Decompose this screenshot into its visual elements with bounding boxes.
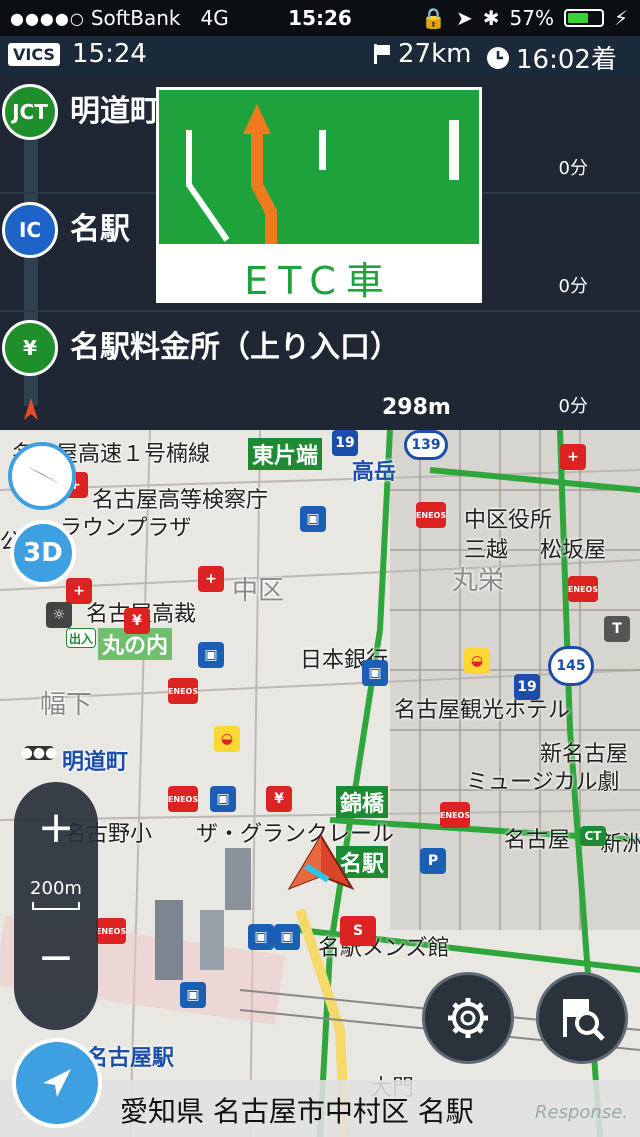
current-location-button[interactable] — [12, 1038, 102, 1128]
map-label: 幅下 — [40, 690, 93, 720]
navigation-header: VICS 15:24 27km 16:02着 — [0, 36, 640, 76]
zoom-in-button[interactable]: + — [14, 802, 98, 853]
parking-icon: P — [420, 848, 446, 874]
map-label: 中区役所 — [464, 508, 553, 533]
map-label: 高岳 — [352, 460, 397, 485]
train-station-icon: ▣ — [198, 642, 224, 668]
train-station-icon: ▣ — [210, 786, 236, 812]
gas-station-icon: ENEOS — [96, 918, 126, 944]
route-item-name: 名駅 — [70, 212, 130, 247]
location-arrow-icon: ➤ — [455, 6, 473, 30]
map-label: 名古屋 — [504, 828, 571, 853]
settings-button[interactable] — [422, 972, 514, 1064]
clock-icon — [487, 46, 509, 69]
zoom-out-button[interactable]: − — [14, 932, 98, 983]
shell-station-icon: ◒ — [214, 726, 240, 752]
junction-badge: JCT — [2, 84, 58, 140]
route-item-tollgate[interactable]: ¥ 名駅料金所（上り入口） 298m 0分 — [0, 312, 640, 430]
destination-search-button[interactable] — [536, 972, 628, 1064]
route-item-distance: 298m — [382, 395, 451, 420]
hospital-icon: + — [560, 444, 586, 470]
hospital-icon: + — [66, 578, 92, 604]
traffic-signal-icon: ●●● — [20, 745, 58, 761]
map-label: 明道町 — [62, 750, 129, 775]
bluetooth-icon: ✱ — [482, 6, 500, 30]
map-label: ミュージカル劇 — [466, 770, 620, 795]
toll-badge: ¥ — [2, 320, 58, 376]
arrival-time: 16:02着 — [486, 39, 617, 76]
etc-lane-guidance-sign: ETC車 — [156, 87, 482, 303]
route-item-time: 0分 — [558, 276, 588, 297]
flag-search-icon — [563, 999, 605, 1041]
route-item-name: 明道町 — [70, 94, 160, 129]
train-station-icon: ▣ — [180, 982, 206, 1008]
interchange-badge: IC — [2, 202, 58, 258]
flag-icon — [374, 44, 390, 64]
map-label: 名古屋観光ホテル — [394, 698, 571, 723]
route-item-name: 名駅料金所（上り入口） — [70, 330, 400, 365]
location-arrow-icon — [43, 1069, 71, 1097]
hospital-icon: + — [198, 566, 224, 592]
lane-arrows-icon — [186, 104, 459, 244]
scale-bar — [32, 902, 80, 910]
route-shield: 145 — [548, 646, 594, 686]
compass-needle-icon — [26, 466, 60, 484]
current-address: 愛知県 名古屋市中村区 名駅 — [120, 1095, 474, 1128]
charging-icon: ⚡ — [613, 6, 628, 30]
map-label: 錦橋 — [336, 786, 389, 818]
view-mode-3d-button[interactable]: 3D — [10, 520, 76, 586]
current-time: 15:24 — [72, 39, 147, 69]
remaining-distance: 27km — [372, 39, 471, 69]
battery-icon — [563, 9, 604, 27]
route-shield: 19 — [332, 430, 358, 456]
gear-icon — [448, 998, 488, 1038]
map-label: 丸栄 — [452, 566, 505, 596]
gas-station-icon: ENEOS — [568, 576, 598, 602]
junction-badge: CT — [580, 826, 606, 846]
battery-percent: 57% — [509, 6, 554, 30]
vehicle-position-icon — [287, 834, 355, 890]
train-station-icon: ▣ — [248, 924, 274, 950]
zoom-control: + 200m − — [14, 782, 98, 1030]
train-station-icon: ▣ — [274, 924, 300, 950]
gas-station-icon: ENEOS — [440, 802, 470, 828]
status-bar: ●●●●○ SoftBank 4G 15:26 🔒 ➤ ✱ 57% ⚡ — [0, 0, 640, 36]
shell-station-icon: ◒ — [464, 648, 490, 674]
train-station-icon: ▣ — [362, 660, 388, 686]
map-label: 東片端 — [248, 438, 323, 470]
bank-icon: ¥ — [266, 786, 292, 812]
etc-label: ETC車 — [244, 259, 394, 303]
gas-station-icon: ENEOS — [168, 678, 198, 704]
entrance-badge: 出入 — [66, 628, 96, 648]
remaining-distance-value: 27km — [398, 39, 472, 69]
map-label: 松坂屋 — [540, 538, 607, 563]
vics-badge: VICS — [8, 43, 60, 66]
map-label: 中区 — [232, 576, 285, 606]
bank-icon: ¥ — [124, 608, 150, 634]
map-scale: 200m — [30, 878, 82, 899]
route-shield: 19 — [514, 674, 540, 700]
gas-station-icon: ENEOS — [168, 786, 198, 812]
current-position-marker-icon — [24, 398, 38, 420]
lane-diagram — [159, 90, 479, 244]
toll-icon: T — [604, 616, 630, 642]
police-icon: ☼ — [46, 602, 72, 628]
route-item-time: 0分 — [558, 396, 588, 417]
watermark: Response. — [535, 1102, 628, 1123]
map-label: 新洲 — [600, 832, 640, 857]
map-label: ラウンプラザ — [60, 516, 192, 541]
train-station-icon: ▣ — [300, 506, 326, 532]
route-item-time: 0分 — [558, 158, 588, 179]
compass-button[interactable] — [8, 442, 76, 510]
map-label: 名駅メンズ館 — [318, 936, 450, 961]
arrival-time-value: 16:02着 — [516, 45, 617, 75]
lock-rotation-icon: 🔒 — [421, 6, 446, 30]
shopping-icon: S — [340, 916, 376, 946]
gas-station-icon: ENEOS — [416, 502, 446, 528]
route-shield: 139 — [404, 430, 448, 460]
